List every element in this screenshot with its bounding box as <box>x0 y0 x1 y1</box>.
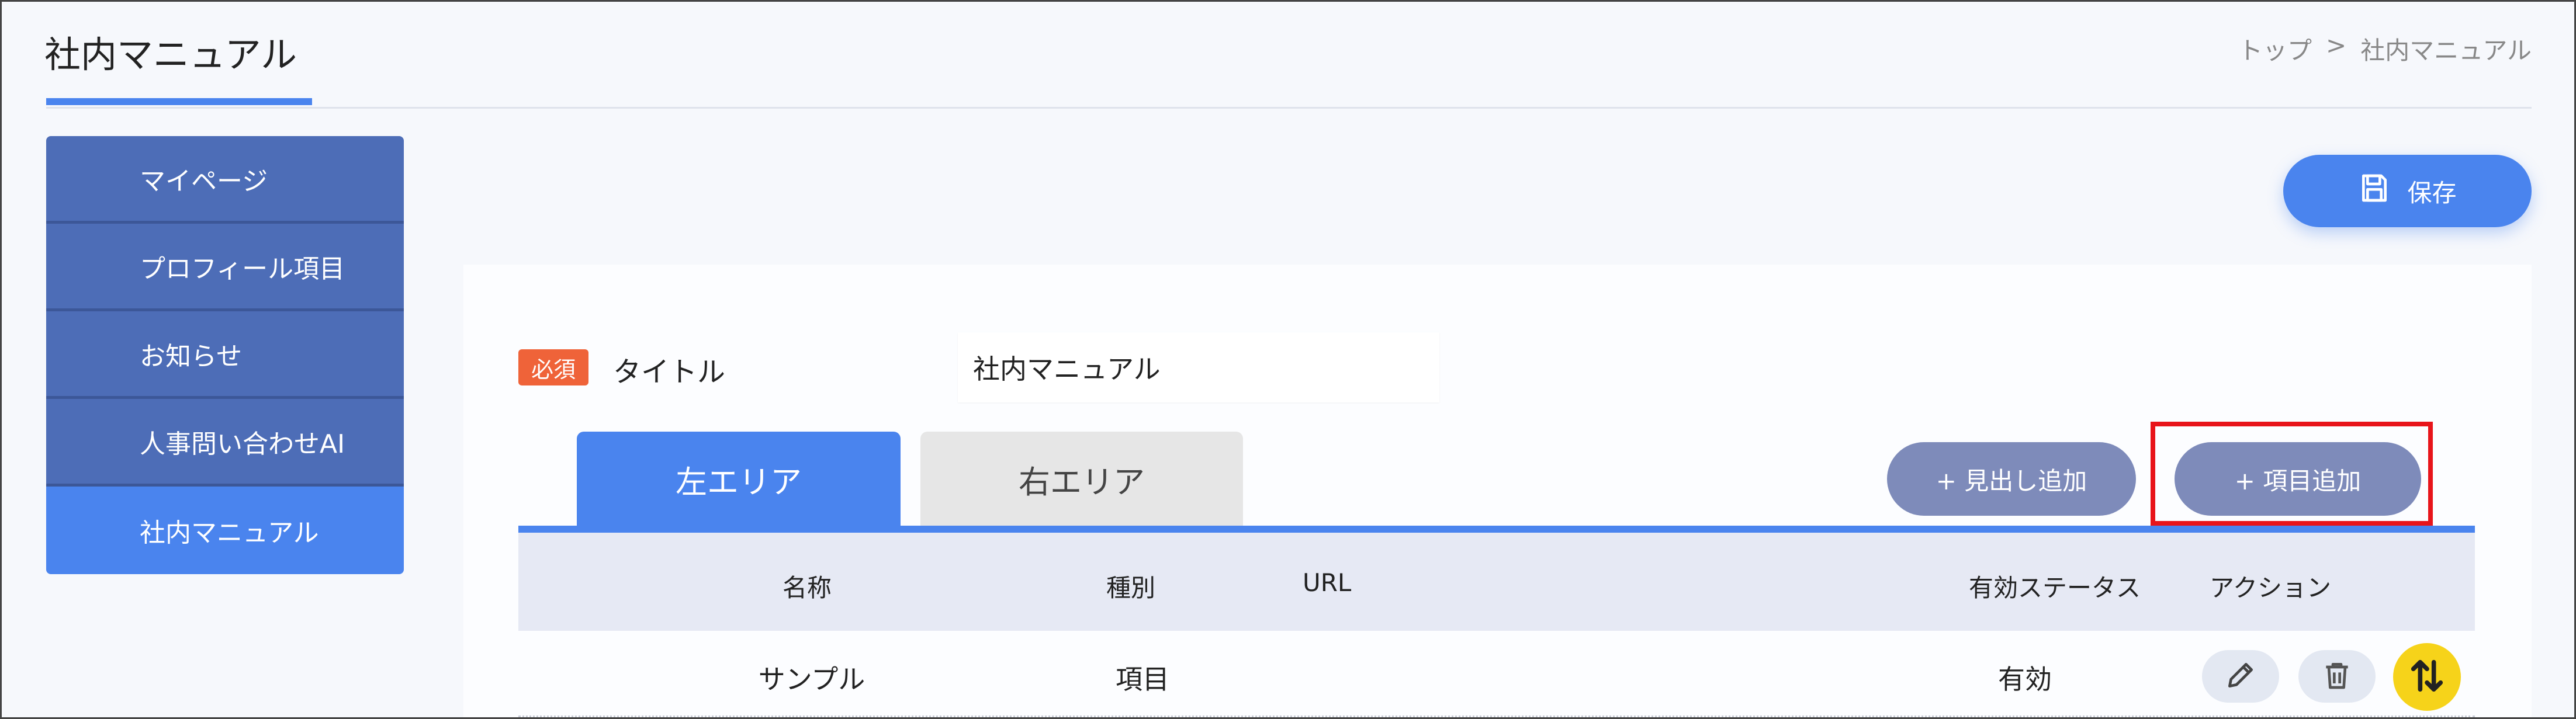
breadcrumb-home-link[interactable]: トップ <box>2238 31 2312 67</box>
header-divider <box>46 107 2532 109</box>
column-header-name: 名称 <box>782 574 832 602</box>
save-button-label: 保存 <box>2407 178 2457 207</box>
row-name: サンプル <box>758 664 865 695</box>
add-heading-button[interactable]: + 見出し追加 <box>1887 442 2136 516</box>
delete-button[interactable] <box>2298 650 2376 703</box>
sidebar-item-hr-ai[interactable]: 人事問い合わせAI <box>46 399 404 487</box>
pencil-icon <box>2224 659 2257 694</box>
column-header-url: URL <box>1303 568 1352 597</box>
column-header-action: アクション <box>2210 574 2331 602</box>
column-header-type: 種別 <box>1106 574 1156 602</box>
title-field-label: タイトル <box>613 356 726 388</box>
required-badge: 必須 <box>518 349 588 385</box>
floppy-disk-icon <box>2358 172 2391 210</box>
sidebar-item-label: プロフィール項目 <box>140 253 345 284</box>
title-input[interactable] <box>958 332 1439 402</box>
column-header-status: 有効ステータス <box>1968 574 2141 602</box>
row-type: 項目 <box>1116 664 1169 695</box>
sidebar-item-news[interactable]: お知らせ <box>46 311 404 399</box>
breadcrumb-current: 社内マニュアル <box>2360 36 2532 65</box>
trash-icon <box>2321 659 2353 694</box>
tab-left-area[interactable]: 左エリア <box>577 432 901 526</box>
tab-right-area[interactable]: 右エリア <box>920 432 1243 526</box>
sidebar-item-label: 社内マニュアル <box>140 518 319 548</box>
sidebar-item-profile-fields[interactable]: プロフィール項目 <box>46 224 404 311</box>
sidebar-item-manual[interactable]: 社内マニュアル <box>46 487 404 574</box>
up-down-arrows-icon <box>2407 655 2447 699</box>
sort-handle-button[interactable] <box>2393 643 2461 711</box>
sidebar: マイページ プロフィール項目 お知らせ 人事問い合わせAI 社内マニュアル <box>46 136 404 574</box>
highlight-box <box>2151 422 2433 526</box>
page-title: 社内マニュアル <box>44 33 297 76</box>
row-status: 有効 <box>1998 664 2052 695</box>
breadcrumb: トップ > 社内マニュアル <box>2238 31 2532 67</box>
edit-button[interactable] <box>2202 650 2279 703</box>
sidebar-item-label: 人事問い合わせAI <box>140 429 345 459</box>
sidebar-item-label: マイページ <box>140 166 268 196</box>
table-top-border <box>518 526 2475 533</box>
save-button[interactable]: 保存 <box>2283 155 2532 227</box>
sidebar-item-label: お知らせ <box>140 341 243 371</box>
title-underline <box>46 98 312 105</box>
row-divider <box>518 715 2475 717</box>
sidebar-item-mypage[interactable]: マイページ <box>46 136 404 224</box>
breadcrumb-separator: > <box>2326 31 2347 60</box>
